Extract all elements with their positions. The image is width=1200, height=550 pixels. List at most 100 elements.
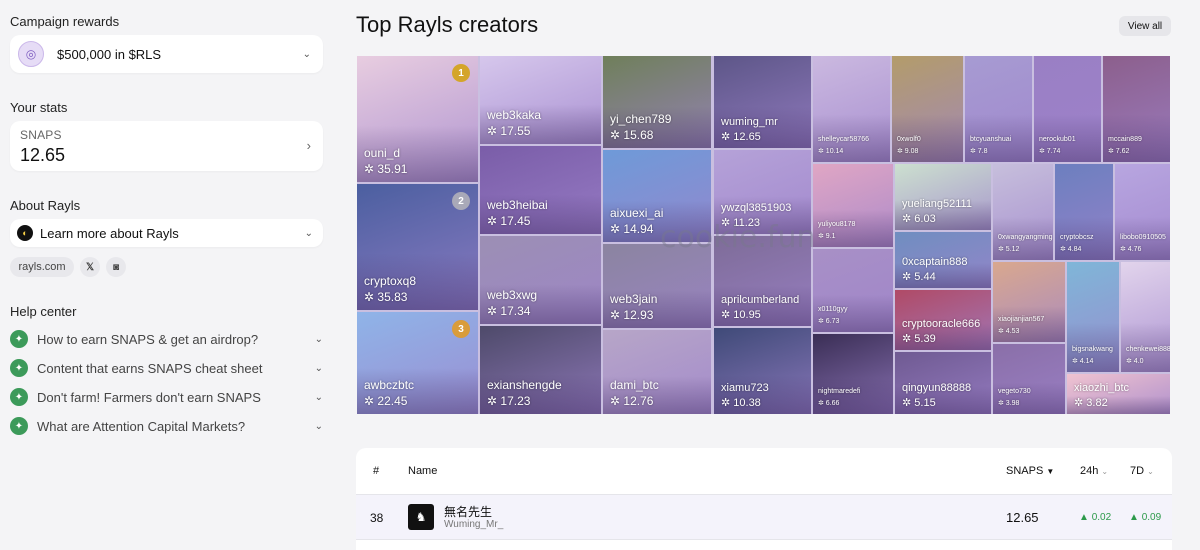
- help-item[interactable]: ✦ How to earn SNAPS & get an airdrop? ⌄: [10, 328, 323, 350]
- about-dropdown[interactable]: ◐ Learn more about Rayls ⌄: [10, 219, 323, 247]
- creator-score: ✲ 22.45: [364, 394, 408, 408]
- creator-tile[interactable]: chenkewei888 ✲ 4.0: [1121, 262, 1170, 372]
- creator-name: nightmaredefi: [818, 388, 861, 395]
- creator-name: aprilcumberland: [721, 294, 800, 306]
- creator-tile[interactable]: yi_chen789 ✲ 15.68: [603, 56, 711, 148]
- creator-name: bigsnakwang: [1072, 346, 1113, 353]
- help-item[interactable]: ✦ Content that earns SNAPS cheat sheet ⌄: [10, 357, 323, 379]
- creator-tile[interactable]: xiaojianjian567 ✲ 4.53: [993, 262, 1065, 342]
- help-item[interactable]: ✦ What are Attention Capital Markets? ⌄: [10, 415, 323, 437]
- creator-score: ✲ 14.94: [610, 222, 654, 236]
- creator-tile[interactable]: 0xcaptain888 ✲ 5.44: [895, 232, 991, 288]
- creator-tile[interactable]: shelleycar58766 ✲ 10.14: [813, 56, 890, 162]
- creator-tile[interactable]: web3kaka ✲ 17.55: [480, 56, 601, 144]
- creator-tile[interactable]: web3xwg ✲ 17.34: [480, 236, 601, 324]
- col-header-24h-label: 24h: [1080, 465, 1099, 477]
- discord-icon[interactable]: ◙: [106, 257, 126, 277]
- creator-tile[interactable]: xiaozhi_btc ✲ 3.82: [1067, 374, 1170, 414]
- row-change-24h: ▲ 0.02: [1079, 512, 1112, 523]
- creator-tile[interactable]: mccain889 ✲ 7.62: [1103, 56, 1170, 162]
- row-change-7d-value: 0.09: [1141, 512, 1162, 523]
- rank-badge: 1: [452, 64, 470, 82]
- view-all-button[interactable]: View all: [1119, 16, 1171, 36]
- creator-tile[interactable]: web3jain ✲ 12.93: [603, 244, 711, 328]
- chevron-down-icon: ⌄: [1101, 467, 1109, 476]
- rank-badge: 3: [452, 320, 470, 338]
- creator-tile[interactable]: yuliyou8178 ✲ 9.1: [813, 164, 893, 247]
- leaderboard-table: # Name SNAPS ▼ 24h ⌄ 7D ⌄ 38 ♞ 無名先生 Wumi…: [356, 448, 1172, 550]
- creator-score: ✲ 5.12: [998, 246, 1020, 253]
- creator-tile[interactable]: xiamu723 ✲ 10.38: [714, 328, 811, 414]
- reward-label: $500,000 in $RLS: [57, 46, 162, 62]
- creator-tile[interactable]: dami_btc ✲ 12.76: [603, 330, 711, 414]
- creator-score: ✲ 5.39: [902, 333, 936, 345]
- col-header-snaps[interactable]: SNAPS ▼: [1006, 465, 1054, 477]
- creator-name: yuliyou8178: [818, 221, 856, 228]
- creator-tile[interactable]: nerockub01 ✲ 7.74: [1034, 56, 1101, 162]
- help-item[interactable]: ✦ Don't farm! Farmers don't earn SNAPS ⌄: [10, 386, 323, 408]
- creator-tile[interactable]: web3heibai ✲ 17.45: [480, 146, 601, 234]
- creator-name: btcyuanshuai: [970, 136, 1012, 143]
- creator-score: ✲ 3.82: [1074, 397, 1108, 409]
- creator-tile[interactable]: nightmaredefi ✲ 6.66: [813, 334, 893, 414]
- website-link[interactable]: rayls.com: [10, 257, 74, 277]
- creator-name: vegeto730: [998, 388, 1031, 395]
- creator-name: chenkewei888: [1126, 346, 1170, 353]
- creator-tile[interactable]: libobo0910505 ✲ 4.76: [1115, 164, 1170, 260]
- creator-tile[interactable]: ouni_d ✲ 35.91 1: [357, 56, 478, 182]
- row-change-24h-value: 0.02: [1091, 512, 1112, 523]
- creator-score: ✲ 17.23: [487, 394, 531, 408]
- creator-tile[interactable]: wuming_mr ✲ 12.65: [714, 56, 811, 148]
- creator-tile[interactable]: x0110gyy ✲ 6.73: [813, 249, 893, 332]
- creator-tile[interactable]: awbczbtc ✲ 22.45 3: [357, 312, 478, 414]
- creator-tile[interactable]: 0xwangyangming ✲ 5.12: [993, 164, 1053, 260]
- stats-label: SNAPS: [20, 128, 62, 142]
- col-header-7d[interactable]: 7D ⌄: [1130, 465, 1154, 477]
- reward-dropdown[interactable]: ◎ $500,000 in $RLS ⌄: [10, 35, 323, 73]
- creator-tile[interactable]: btcyuanshuai ✲ 7.8: [965, 56, 1032, 162]
- creator-tile[interactable]: cryptobcsz ✲ 4.84: [1055, 164, 1113, 260]
- creator-name: aixuexi_ai: [610, 206, 664, 220]
- table-row[interactable]: 38 ♞ 無名先生 Wuming_Mr_ 12.65 ▲ 0.02 ▲ 0.09: [356, 494, 1172, 540]
- creator-name: web3jain: [610, 292, 658, 306]
- chevron-right-icon: ›: [306, 138, 311, 153]
- creator-tile[interactable]: exianshengde ✲ 17.23: [480, 326, 601, 414]
- creator-tile[interactable]: yueliang52111 ✲ 6.03: [895, 164, 991, 230]
- col-header-rank: #: [373, 465, 380, 477]
- creator-tile[interactable]: vegeto730 ✲ 3.98: [993, 344, 1065, 414]
- creator-tile[interactable]: bigsnakwang ✲ 4.14: [1067, 262, 1119, 372]
- help-item-label: Don't farm! Farmers don't earn SNAPS: [37, 389, 261, 405]
- snaps-icon: ✦: [10, 330, 28, 348]
- creator-score: ✲ 6.73: [818, 318, 840, 325]
- creator-score: ✲ 12.93: [610, 308, 654, 322]
- col-header-name: Name: [408, 465, 438, 477]
- creator-score: ✲ 7.74: [1039, 148, 1061, 155]
- creator-name: xiaojianjian567: [998, 316, 1045, 323]
- creator-name: xiamu723: [721, 382, 769, 394]
- creator-score: ✲ 4.53: [998, 328, 1020, 335]
- creator-tile[interactable]: 0xwolf0 ✲ 9.08: [892, 56, 963, 162]
- creator-name: mccain889: [1108, 136, 1142, 143]
- chevron-down-icon: ⌄: [314, 420, 323, 432]
- creator-name: exianshengde: [487, 378, 562, 392]
- creator-tile[interactable]: cryptoxq8 ✲ 35.83 2: [357, 184, 478, 310]
- creator-name: ywzql3851903: [721, 202, 792, 214]
- x-icon[interactable]: 𝕏: [80, 257, 100, 277]
- help-center-title: Help center: [10, 304, 77, 319]
- creator-score: ✲ 7.8: [970, 148, 988, 155]
- creator-score: ✲ 4.0: [1126, 358, 1144, 365]
- creator-name: x0110gyy: [818, 306, 848, 313]
- creator-score: ✲ 5.44: [902, 271, 936, 283]
- creator-name: cryptooracle666: [902, 318, 981, 330]
- creator-name: 0xcaptain888: [902, 256, 968, 268]
- col-header-24h[interactable]: 24h ⌄: [1080, 465, 1108, 477]
- row-name: 無名先生: [444, 505, 493, 519]
- page-title: Top Rayls creators: [356, 12, 539, 37]
- chevron-down-icon: ⌄: [1147, 467, 1154, 476]
- creator-name: libobo0910505: [1120, 234, 1166, 241]
- creator-tile[interactable]: qingyun88888 ✲ 5.15: [895, 352, 991, 414]
- creator-name: awbczbtc: [364, 378, 415, 392]
- creator-score: ✲ 35.91: [364, 162, 408, 176]
- stats-card[interactable]: SNAPS 12.65 ›: [10, 121, 323, 171]
- creator-tile[interactable]: cryptooracle666 ✲ 5.39: [895, 290, 991, 350]
